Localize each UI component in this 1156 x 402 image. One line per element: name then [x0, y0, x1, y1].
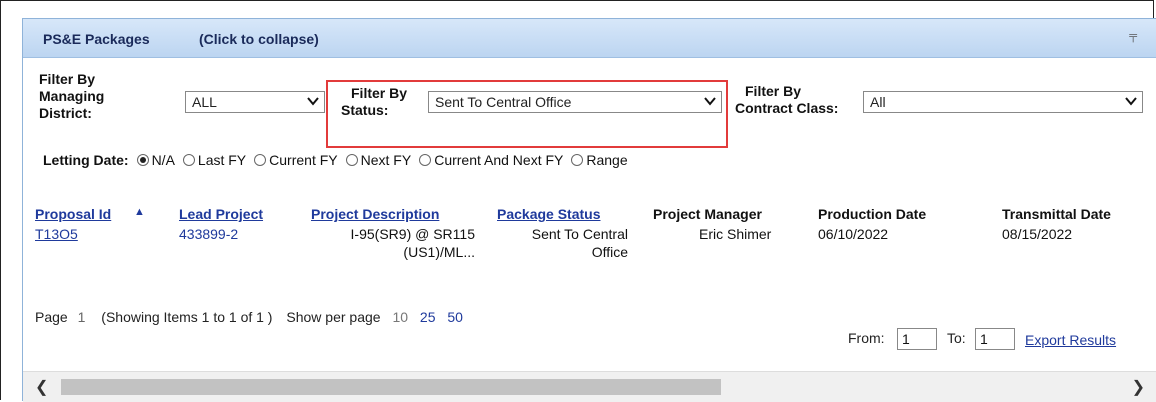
col-header-proposal-id[interactable]: Proposal Id — [35, 206, 111, 222]
export-results-link[interactable]: Export Results — [1025, 332, 1116, 348]
radio-icon — [419, 154, 432, 166]
page-label: Page — [35, 309, 68, 325]
chevron-down-icon — [1124, 94, 1138, 111]
contract-label-line1: Filter By — [745, 83, 802, 99]
radio-range[interactable]: Range — [571, 152, 628, 168]
to-input-value: 1 — [980, 331, 988, 347]
scrollbar-thumb[interactable] — [61, 379, 721, 395]
radio-icon — [345, 154, 358, 166]
radio-na[interactable]: N/A — [136, 152, 175, 168]
contract-label-line2: Contract Class: — [735, 100, 839, 116]
from-input-value: 1 — [902, 331, 910, 347]
radio-current-fy[interactable]: Current FY — [254, 152, 338, 168]
sort-ascending-icon: ▲ — [134, 206, 145, 218]
col-header-project-description[interactable]: Project Description — [311, 206, 439, 222]
scroll-left-icon[interactable]: ❮ — [35, 377, 48, 397]
per-page-50[interactable]: 50 — [447, 309, 463, 325]
panel-title: PS&E Packages — [43, 31, 150, 47]
showing-items-text: (Showing Items 1 to 1 of 1 ) — [101, 309, 273, 325]
scroll-right-icon[interactable]: ❯ — [1132, 377, 1145, 397]
cell-transmittal-date: 08/15/2022 — [1002, 226, 1073, 242]
chevron-down-icon — [306, 94, 320, 111]
cell-proposal-id[interactable]: T13O5 — [35, 225, 78, 243]
radio-label: N/A — [151, 152, 175, 168]
contract-class-select[interactable]: All — [863, 91, 1143, 113]
radio-icon — [571, 154, 584, 166]
status-line2: Office — [591, 244, 628, 260]
to-label: To: — [947, 330, 966, 346]
district-label-line3: District: — [39, 105, 92, 121]
pager: Page 1 (Showing Items 1 to 1 of 1 ) Show… — [35, 309, 463, 325]
col-header-lead-project[interactable]: Lead Project — [179, 206, 263, 222]
horizontal-scrollbar[interactable]: ❮ ❯ — [23, 371, 1156, 402]
col-header-transmittal-date: Transmittal Date — [1002, 206, 1111, 222]
page-number[interactable]: 1 — [78, 309, 86, 325]
radio-last-fy[interactable]: Last FY — [182, 152, 247, 168]
letting-date-radio-group: Letting Date: N/A Last FY Current FY Nex… — [43, 152, 636, 168]
district-select-value: ALL — [192, 94, 217, 110]
col-header-label: Proposal Id — [35, 206, 112, 222]
district-filter-label: Filter By Managing District: — [39, 71, 104, 122]
col-header-package-status[interactable]: Package Status — [497, 206, 601, 222]
to-input[interactable]: 1 — [975, 328, 1015, 350]
pse-packages-panel: PS&E Packages (Click to collapse) ╤ Filt… — [22, 18, 1156, 402]
radio-current-and-next-fy[interactable]: Current And Next FY — [419, 152, 563, 168]
from-input[interactable]: 1 — [897, 328, 937, 350]
status-filter-highlight — [326, 80, 728, 148]
radio-label: Last FY — [197, 152, 247, 168]
col-header-project-manager: Project Manager — [653, 206, 762, 222]
radio-selected-icon — [136, 154, 149, 166]
from-label: From: — [848, 330, 885, 346]
contract-filter-label: Filter By Contract Class: — [735, 83, 838, 117]
desc-line1: I-95(SR9) @ SR115 — [350, 226, 475, 242]
radio-icon — [182, 154, 195, 166]
radio-next-fy[interactable]: Next FY — [345, 152, 412, 168]
radio-label: Next FY — [360, 152, 412, 168]
cell-lead-project[interactable]: 433899-2 — [179, 225, 238, 243]
district-label-line1: Filter By — [39, 71, 96, 87]
cell-package-status: Sent To Central Office — [497, 225, 628, 261]
district-label-line2: Managing — [39, 88, 105, 104]
contract-select-value: All — [870, 94, 886, 110]
col-header-production-date: Production Date — [818, 206, 927, 222]
radio-label: Current FY — [269, 152, 338, 168]
radio-label: Range — [586, 152, 628, 168]
radio-icon — [254, 154, 267, 166]
letting-date-label: Letting Date: — [43, 152, 129, 168]
per-page-label: Show per page — [286, 309, 381, 325]
per-page-25[interactable]: 25 — [420, 309, 436, 325]
radio-label: Current And Next FY — [434, 152, 564, 168]
collapse-toggle[interactable]: (Click to collapse) — [199, 31, 319, 47]
panel-header[interactable]: PS&E Packages (Click to collapse) ╤ — [23, 19, 1156, 58]
per-page-10[interactable]: 10 — [392, 309, 408, 325]
cell-production-date: 06/10/2022 — [818, 226, 889, 242]
pin-icon[interactable]: ╤ — [1129, 30, 1137, 42]
desc-line2: (US1)/ML... — [403, 244, 475, 260]
cell-project-manager: Eric Shimer — [699, 226, 772, 242]
district-select[interactable]: ALL — [185, 91, 325, 113]
cell-project-description: I-95(SR9) @ SR115 (US1)/ML... — [311, 225, 475, 261]
status-line1: Sent To Central — [531, 226, 628, 242]
